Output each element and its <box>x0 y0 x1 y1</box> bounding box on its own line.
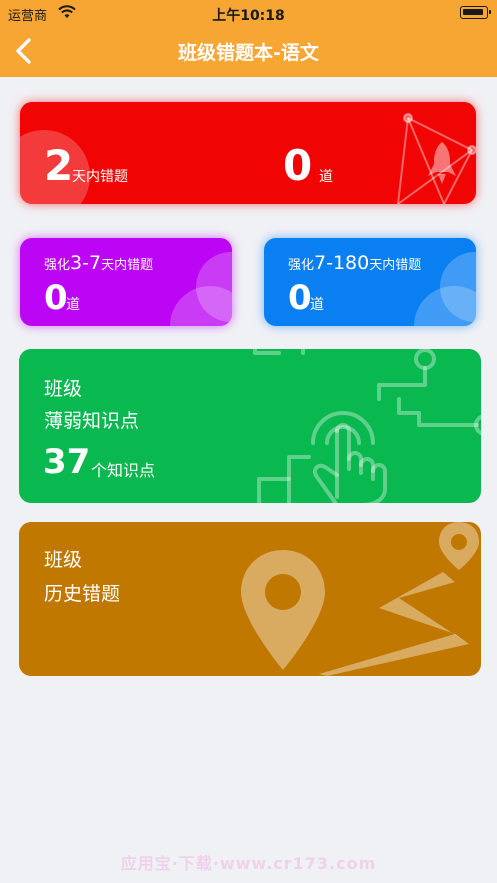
history-wrong-card[interactable]: 班级 历史错题 <box>19 522 481 676</box>
reinforce-7-180-card[interactable]: 强化7-180天内错题 0 道 <box>264 238 476 326</box>
reinforce-7-180-count: 0 <box>288 278 312 318</box>
weak-card-title: 薄弱知识点 <box>44 410 140 432</box>
weak-knowledge-points-card[interactable]: 班级 薄弱知识点 37 个知识点 <box>19 349 481 503</box>
battery-icon <box>460 6 491 19</box>
reinforce-3-7-count: 0 <box>44 278 68 318</box>
history-card-scope: 班级 <box>44 549 83 571</box>
weak-points-count: 37 <box>43 442 91 482</box>
navigation-bar: 班级错题本-语文 <box>0 26 497 77</box>
reinforce-3-7-unit: 道 <box>66 297 80 313</box>
header-bar: 运营商 上午10:18 班级错题本-语文 <box>0 0 497 77</box>
reinforce-3-7-card[interactable]: 强化3-7天内错题 0 道 <box>20 238 232 326</box>
reinforce-7-180-title: 强化7-180天内错题 <box>288 252 422 274</box>
rocket-icon <box>397 113 476 204</box>
reinforce-3-7-title: 强化3-7天内错题 <box>44 252 154 274</box>
recent-count-unit: 道 <box>319 169 333 185</box>
decor-bubble <box>414 286 476 326</box>
recent-count-number: 0 <box>283 141 313 190</box>
status-bar: 运营商 上午10:18 <box>0 0 497 26</box>
recent-days-label: 天内错题 <box>72 169 128 185</box>
hand-pointer-icon <box>253 349 481 503</box>
map-pin-icon <box>241 522 479 676</box>
reinforce-7-180-unit: 道 <box>310 297 324 313</box>
watermark: 应用宝·下载·www.cr173.com <box>120 854 377 873</box>
recent-days-number: 2 <box>44 141 74 190</box>
weak-card-scope: 班级 <box>44 378 83 400</box>
history-card-title: 历史错题 <box>44 583 121 605</box>
page-title: 班级错题本-语文 <box>178 42 319 64</box>
decor-bubble <box>170 286 232 326</box>
clock: 上午10:18 <box>212 8 285 24</box>
weak-points-unit: 个知识点 <box>91 461 156 480</box>
recent-wrong-card[interactable]: 2 天内错题 0 道 <box>20 102 476 204</box>
